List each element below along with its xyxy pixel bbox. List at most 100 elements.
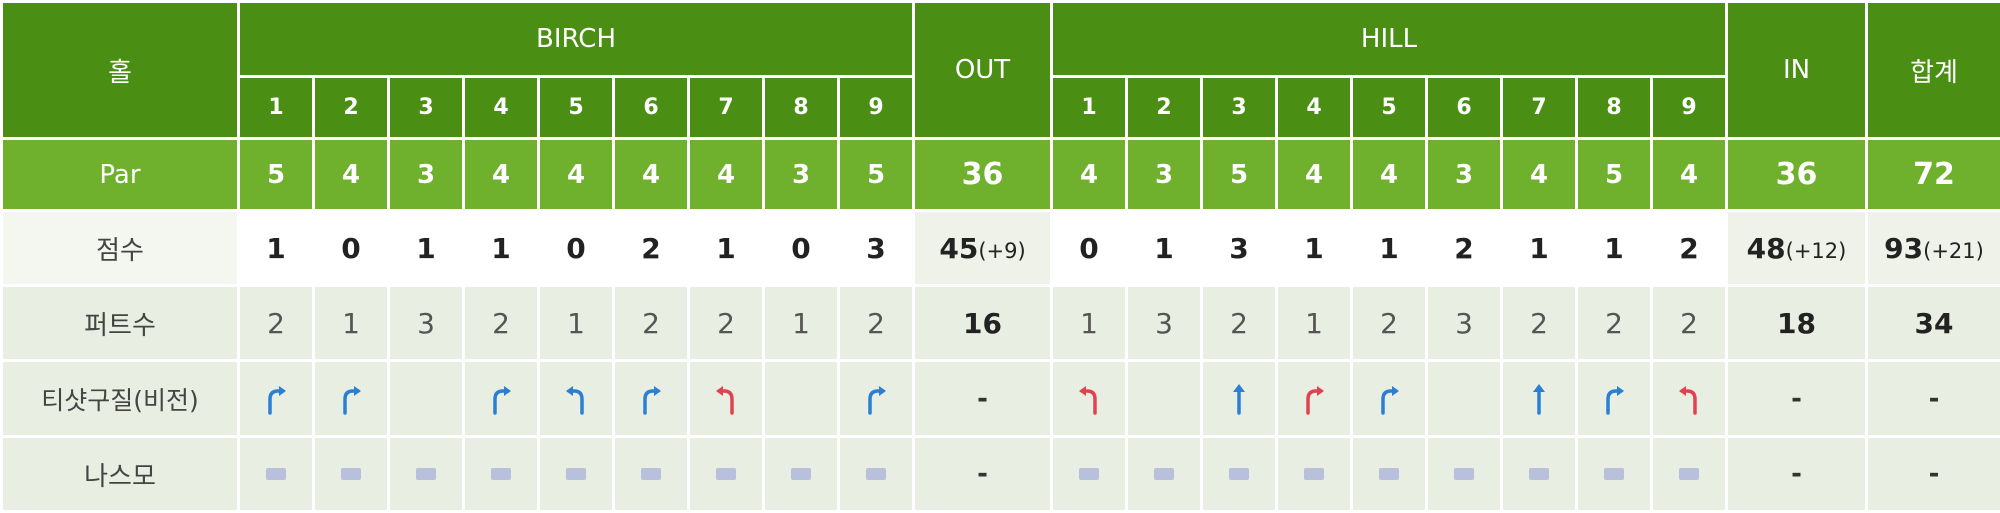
nasmo-cell[interactable] <box>389 437 464 512</box>
putts-cell: 2 <box>1202 286 1277 361</box>
nasmo-cell[interactable] <box>764 437 839 512</box>
nasmo-cell[interactable] <box>689 437 764 512</box>
putts-cell: 2 <box>464 286 539 361</box>
score-cell: 0 <box>314 211 389 286</box>
score-cell: 0 <box>539 211 614 286</box>
right-arrow-icon <box>336 381 366 417</box>
nasmo-cell[interactable] <box>1577 437 1652 512</box>
tee-shot-cell <box>539 361 614 437</box>
putts-in-total: 18 <box>1727 286 1867 361</box>
nasmo-cell[interactable] <box>1127 437 1202 512</box>
nasmo-cell[interactable] <box>1427 437 1502 512</box>
tee-shot-cell <box>839 361 914 437</box>
video-icon[interactable] <box>1379 468 1399 480</box>
video-icon[interactable] <box>566 468 586 480</box>
score-cell: 2 <box>1427 211 1502 286</box>
hole-number: 9 <box>1652 77 1727 139</box>
nasmo-cell[interactable] <box>464 437 539 512</box>
putts-cell: 2 <box>1352 286 1427 361</box>
score-out-diff: (+9) <box>978 239 1025 263</box>
par-cell: 4 <box>464 139 539 211</box>
tee-shot-cell <box>614 361 689 437</box>
video-icon[interactable] <box>866 468 886 480</box>
par-cell: 3 <box>764 139 839 211</box>
up-arrow-icon <box>1524 381 1554 417</box>
hole-number: 3 <box>389 77 464 139</box>
video-icon[interactable] <box>1529 468 1549 480</box>
hole-header: 홀 <box>2 2 239 139</box>
video-icon[interactable] <box>716 468 736 480</box>
nasmo-cell[interactable] <box>1202 437 1277 512</box>
score-cell: 1 <box>389 211 464 286</box>
score-out-total: 45(+9) <box>914 211 1052 286</box>
left-arrow-icon <box>561 381 591 417</box>
nasmo-cell[interactable] <box>539 437 614 512</box>
score-cell: 1 <box>1352 211 1427 286</box>
video-icon[interactable] <box>266 468 286 480</box>
score-cell: 1 <box>689 211 764 286</box>
par-cell: 4 <box>1352 139 1427 211</box>
tee-shot-cell <box>1202 361 1277 437</box>
nasmo-cell[interactable] <box>314 437 389 512</box>
par-cell: 5 <box>239 139 314 211</box>
hole-number: 8 <box>1577 77 1652 139</box>
score-cell: 0 <box>764 211 839 286</box>
video-icon[interactable] <box>491 468 511 480</box>
video-icon[interactable] <box>641 468 661 480</box>
tee-shot-cell <box>239 361 314 437</box>
nasmo-cell[interactable] <box>614 437 689 512</box>
score-cell: 3 <box>1202 211 1277 286</box>
par-cell: 5 <box>1577 139 1652 211</box>
score-cell: 1 <box>1502 211 1577 286</box>
left-arrow-icon <box>1674 381 1704 417</box>
nasmo-cell[interactable] <box>1352 437 1427 512</box>
tee-shot-cell <box>1052 361 1127 437</box>
video-icon[interactable] <box>1454 468 1474 480</box>
nasmo-cell[interactable] <box>1277 437 1352 512</box>
score-cell: 2 <box>614 211 689 286</box>
video-icon[interactable] <box>1304 468 1324 480</box>
nasmo-cell[interactable] <box>239 437 314 512</box>
score-label: 점수 <box>2 211 239 286</box>
video-icon[interactable] <box>1229 468 1249 480</box>
video-icon[interactable] <box>341 468 361 480</box>
hole-number: 6 <box>614 77 689 139</box>
putts-cell: 3 <box>389 286 464 361</box>
video-icon[interactable] <box>1154 468 1174 480</box>
par-cell: 5 <box>1202 139 1277 211</box>
par-out-total: 36 <box>914 139 1052 211</box>
par-grand-total: 72 <box>1867 139 2000 211</box>
hole-number: 2 <box>314 77 389 139</box>
tee-shot-cell <box>1352 361 1427 437</box>
tee-shot-cell <box>689 361 764 437</box>
putts-cell: 1 <box>539 286 614 361</box>
out-header: OUT <box>914 2 1052 139</box>
putts-cell: 2 <box>1577 286 1652 361</box>
nasmo-cell[interactable] <box>1652 437 1727 512</box>
putts-cell: 1 <box>1277 286 1352 361</box>
par-label: Par <box>2 139 239 211</box>
nasmo-cell[interactable] <box>839 437 914 512</box>
score-cell: 1 <box>1577 211 1652 286</box>
video-icon[interactable] <box>416 468 436 480</box>
putts-row: 퍼트수 2 1 3 2 1 2 2 1 2 16 1 3 2 1 2 3 2 2… <box>2 286 2000 361</box>
par-cell: 3 <box>389 139 464 211</box>
par-cell: 4 <box>314 139 389 211</box>
hole-number: 5 <box>539 77 614 139</box>
nasmo-cell[interactable] <box>1052 437 1127 512</box>
nasmo-label: 나스모 <box>2 437 239 512</box>
nasmo-row: 나스모 - - - <box>2 437 2000 512</box>
tee-shot-grand-total: - <box>1867 361 2000 437</box>
hole-number: 9 <box>839 77 914 139</box>
score-out-value: 45 <box>939 232 978 265</box>
putts-cell: 3 <box>1127 286 1202 361</box>
video-icon[interactable] <box>1604 468 1624 480</box>
nasmo-cell[interactable] <box>1502 437 1577 512</box>
right-arrow-icon <box>1374 381 1404 417</box>
video-icon[interactable] <box>791 468 811 480</box>
up-arrow-icon <box>1224 381 1254 417</box>
video-icon[interactable] <box>1079 468 1099 480</box>
tee-shot-cell <box>314 361 389 437</box>
video-icon[interactable] <box>1679 468 1699 480</box>
score-cell: 2 <box>1652 211 1727 286</box>
